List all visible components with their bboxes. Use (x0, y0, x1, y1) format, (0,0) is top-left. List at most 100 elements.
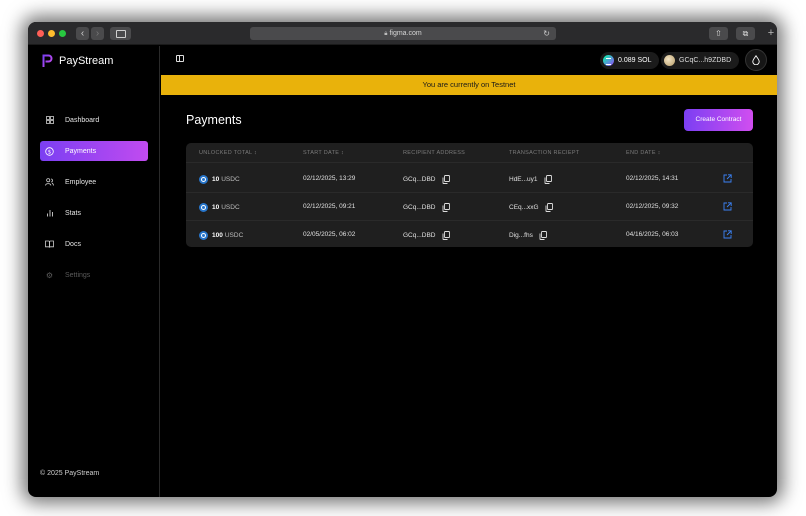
wallet-avatar (664, 55, 675, 66)
sidebar-item-label: Stats (65, 209, 81, 217)
start-date-cell: 02/12/2025, 09:21 (303, 203, 356, 210)
unlocked-total-cell: 10 USDC (199, 203, 240, 212)
recipient-cell: GCq...DBD (403, 231, 450, 240)
receipt-cell: CEq...xxG (509, 203, 553, 212)
wallet-button[interactable]: GCqC...h9ZDBD (661, 52, 739, 69)
amount-value: 10 (212, 176, 220, 183)
sidebar-item-label: Settings (65, 271, 91, 279)
sidebar-item-label: Docs (65, 240, 81, 248)
address-bar[interactable]: 🔒︎ figma.com ↻ (250, 27, 556, 40)
sol-balance: 0.089 SOL (618, 57, 652, 64)
bar-chart-icon (45, 209, 54, 218)
column-header-recipient-address: RECIPIENT ADDRESS (403, 150, 466, 156)
forward-button[interactable]: › (91, 27, 104, 40)
transaction-receipt: Dig...fhs (509, 232, 533, 239)
receipt-cell: Dig...fhs (509, 231, 547, 240)
browser-sidebar-toggle-icon[interactable] (110, 27, 131, 40)
table-row: 100 USDC 02/05/2025, 06:02 GCq...DBD Dig… (186, 221, 753, 249)
url-text: figma.com (389, 30, 422, 37)
droplet-icon (752, 55, 760, 65)
end-date-cell: 02/12/2025, 09:32 (626, 203, 679, 210)
copy-icon[interactable] (442, 203, 450, 212)
payments-table: UNLOCKED TOTAL ↕ START DATE ↕ RECIPIENT … (186, 143, 753, 247)
start-date-cell: 02/12/2025, 13:29 (303, 175, 356, 182)
copy-icon[interactable] (545, 203, 553, 212)
recipient-address: GCq...DBD (403, 204, 436, 211)
transaction-receipt: CEq...xxG (509, 204, 539, 211)
usdc-icon (199, 175, 208, 184)
amount-unit: USDC (221, 204, 240, 211)
paystream-logo-icon (42, 54, 53, 67)
tabs-overview-icon[interactable]: ⧉ (736, 27, 755, 40)
unlocked-total-cell: 10 USDC (199, 175, 240, 184)
end-date-cell: 02/12/2025, 14:31 (626, 175, 679, 182)
svg-text:$: $ (48, 149, 52, 155)
column-header-unlocked-total[interactable]: UNLOCKED TOTAL ↕ (199, 150, 257, 156)
column-header-start-date[interactable]: START DATE ↕ (303, 150, 344, 156)
app-sidebar: PayStream Dashboard $ Payments Employee (28, 46, 160, 497)
start-date-cell: 02/05/2025, 06:02 (303, 231, 356, 238)
create-contract-button[interactable]: Create Contract (684, 109, 753, 131)
gear-icon: ⚙ (45, 270, 54, 280)
unlocked-total-cell: 100 USDC (199, 231, 243, 240)
sidebar-item-stats[interactable]: Stats (40, 203, 148, 223)
faucet-button[interactable] (745, 49, 767, 71)
sidebar-item-dashboard[interactable]: Dashboard (40, 110, 148, 130)
sidebar-nav: Dashboard $ Payments Employee Stats Docs… (40, 110, 148, 296)
book-icon (45, 240, 54, 249)
maximize-window-button[interactable] (59, 30, 66, 37)
sol-balance-pill[interactable]: 0.089 SOL (600, 52, 659, 69)
recipient-cell: GCq...DBD (403, 175, 450, 184)
external-link-icon[interactable] (723, 174, 732, 183)
new-tab-icon[interactable]: + (765, 27, 777, 40)
page-title: Payments (186, 113, 242, 127)
receipt-cell: HdE...uy1 (509, 175, 552, 184)
copyright-text: © 2025 PayStream (40, 470, 100, 477)
reload-icon[interactable]: ↻ (543, 27, 550, 40)
table-row: 10 USDC 02/12/2025, 09:21 GCq...DBD CEq.… (186, 193, 753, 221)
sidebar-item-label: Dashboard (65, 116, 100, 124)
app-logo[interactable]: PayStream (42, 54, 113, 68)
sidebar-item-docs[interactable]: Docs (40, 234, 148, 254)
sidebar-item-payments[interactable]: $ Payments (40, 141, 148, 161)
share-icon[interactable]: ⇧ (709, 27, 728, 40)
users-icon (45, 178, 54, 187)
table-row: 10 USDC 02/12/2025, 13:29 GCq...DBD HdE.… (186, 165, 753, 193)
dashboard-grid-icon (45, 116, 54, 125)
column-header-transaction-receipt: TRANSACTION RECIEPT (509, 150, 580, 156)
external-link-icon[interactable] (723, 230, 732, 239)
transaction-receipt: HdE...uy1 (509, 176, 538, 183)
amount-value: 100 (212, 232, 223, 239)
app-topbar: 0.089 SOL GCqC...h9ZDBD (161, 46, 777, 75)
back-button[interactable]: ‹ (76, 27, 89, 40)
copy-icon[interactable] (442, 175, 450, 184)
recipient-address: GCq...DBD (403, 232, 436, 239)
solana-icon (603, 55, 614, 66)
end-date-cell: 04/16/2025, 06:03 (626, 231, 679, 238)
minimize-window-button[interactable] (48, 30, 55, 37)
amount-unit: USDC (224, 232, 244, 239)
dollar-circle-icon: $ (45, 146, 54, 156)
copy-icon[interactable] (539, 231, 547, 240)
sidebar-item-settings[interactable]: ⚙ Settings (40, 265, 148, 285)
copy-icon[interactable] (544, 175, 552, 184)
recipient-address: GCq...DBD (403, 176, 436, 183)
amount-unit: USDC (221, 176, 240, 183)
lock-icon: 🔒︎ (384, 31, 388, 37)
recipient-cell: GCq...DBD (403, 203, 450, 212)
sidebar-item-label: Employee (65, 178, 97, 186)
external-link-icon[interactable] (723, 202, 732, 211)
amount-value: 10 (212, 204, 220, 211)
browser-toolbar: ‹ › 🔒︎ figma.com ↻ ⇧ ⧉ + (28, 22, 777, 45)
browser-window: ‹ › 🔒︎ figma.com ↻ ⇧ ⧉ + PayStream Dashbo… (28, 22, 777, 497)
panel-toggle-icon[interactable] (176, 55, 184, 62)
sidebar-item-employee[interactable]: Employee (40, 172, 148, 192)
app-name: PayStream (59, 55, 114, 67)
copy-icon[interactable] (442, 231, 450, 240)
column-header-end-date[interactable]: END DATE ↕ (626, 150, 661, 156)
close-window-button[interactable] (37, 30, 44, 37)
usdc-icon (199, 231, 208, 240)
table-header: UNLOCKED TOTAL ↕ START DATE ↕ RECIPIENT … (186, 143, 753, 163)
testnet-banner: You are currently on Testnet (161, 75, 777, 95)
usdc-icon (199, 203, 208, 212)
